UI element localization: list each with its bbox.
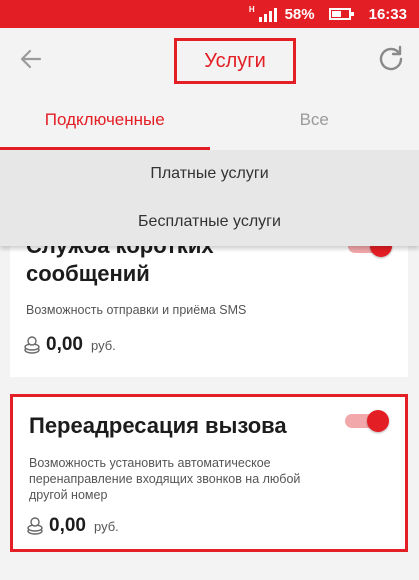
status-bar: H 58% 16:33	[0, 0, 419, 28]
service-card-call-forwarding[interactable]: Переадресация вызова Возможность установ…	[10, 394, 408, 552]
refresh-icon[interactable]	[377, 44, 405, 72]
coins-icon	[24, 336, 40, 354]
page-title: Услуги	[174, 38, 296, 84]
service-toggle[interactable]	[345, 410, 389, 432]
service-title: Переадресация вызова	[29, 413, 287, 438]
filter-dropdown: Платные услуги Бесплатные услуги	[0, 150, 419, 246]
battery-icon	[328, 8, 354, 20]
app-header: Услуги	[0, 28, 419, 90]
service-price: 0,00 руб.	[24, 334, 116, 356]
price-currency: руб.	[90, 337, 116, 353]
clock: 16:33	[368, 5, 407, 23]
screen: H 58% 16:33 Услуги Подключенные Все Плат…	[0, 0, 419, 580]
network-type: H	[248, 5, 255, 14]
tab-bar: Подключенные Все	[0, 90, 419, 150]
service-description: Возможность установить автоматическое пе…	[29, 456, 301, 502]
price-currency: руб.	[93, 518, 119, 534]
battery-percent: 58%	[284, 5, 315, 23]
dropdown-option-free[interactable]: Бесплатные услуги	[0, 198, 419, 246]
signal-icon: H	[249, 6, 277, 22]
coins-icon	[27, 517, 43, 535]
page-title-text: Услуги	[204, 49, 266, 72]
tab-connected[interactable]: Подключенные	[0, 90, 210, 150]
tab-connected-label: Подключенные	[44, 110, 165, 129]
price-amount: 0,00	[49, 515, 86, 536]
dropdown-option-paid[interactable]: Платные услуги	[0, 150, 419, 198]
price-amount: 0,00	[46, 334, 83, 355]
tab-all-label: Все	[299, 110, 329, 129]
service-description: Возможность отправки и приёма SMS	[26, 303, 247, 317]
back-arrow-icon[interactable]	[18, 46, 44, 72]
service-price: 0,00 руб.	[27, 515, 119, 537]
tab-all[interactable]: Все	[210, 90, 419, 150]
